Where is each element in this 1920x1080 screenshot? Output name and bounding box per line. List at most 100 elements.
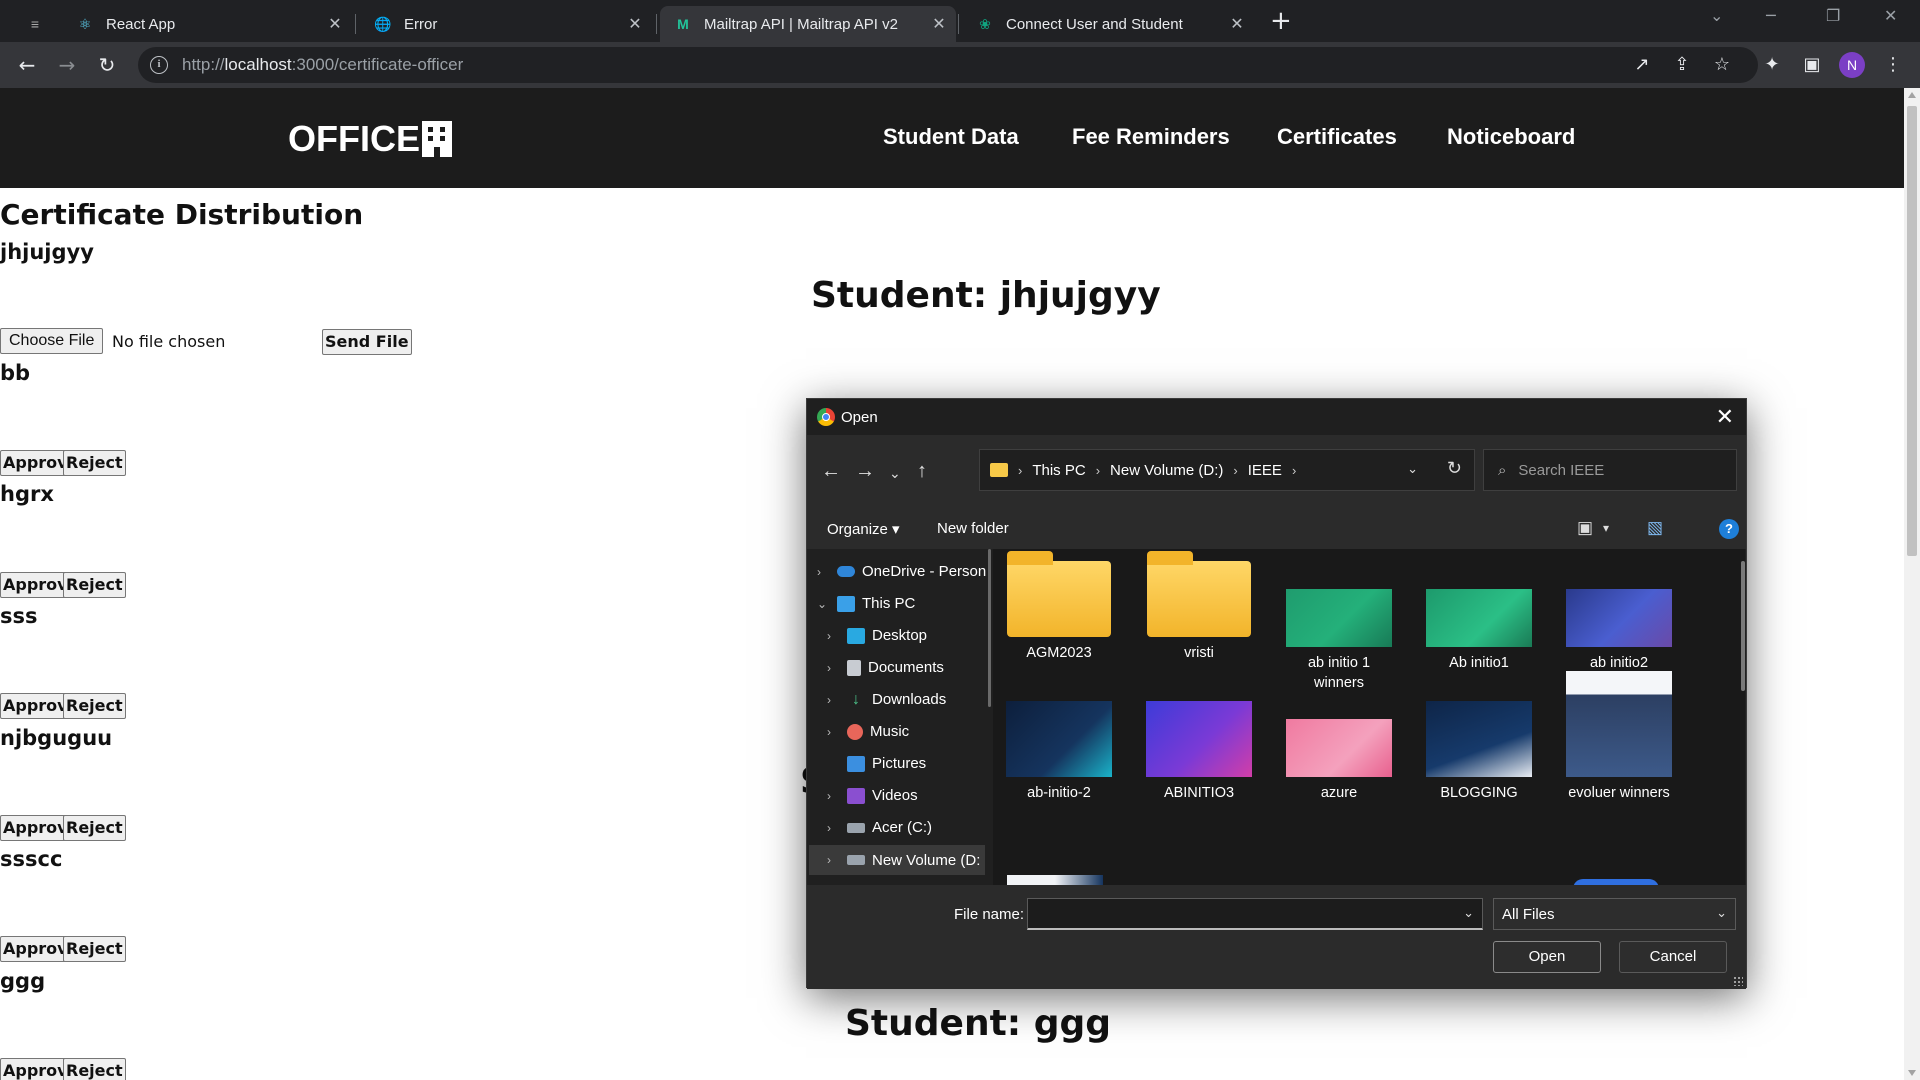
- file-item[interactable]: Ab initio1: [1423, 561, 1535, 673]
- student-name: bb: [0, 361, 31, 385]
- tab-divider: [958, 14, 959, 34]
- nav-music[interactable]: › Music: [827, 723, 909, 740]
- nav-student-data[interactable]: Student Data: [883, 124, 1019, 150]
- nav-drive-c[interactable]: › Acer (C:): [827, 819, 932, 836]
- app-logo[interactable]: OFFICE: [288, 118, 452, 160]
- side-panel-icon[interactable]: ▣: [1799, 52, 1825, 78]
- scroll-down-icon[interactable]: [1908, 1070, 1916, 1076]
- tab-search-icon[interactable]: ≡: [14, 6, 54, 42]
- extensions-icon[interactable]: ✦: [1759, 52, 1785, 78]
- open-in-app-icon[interactable]: ↗: [1629, 52, 1655, 78]
- reject-button[interactable]: Reject: [63, 572, 126, 598]
- nav-drive-d[interactable]: › New Volume (D:: [809, 845, 985, 875]
- reject-button[interactable]: Reject: [63, 450, 126, 476]
- breadcrumb-this-pc[interactable]: This PC: [1032, 462, 1085, 479]
- nav-pictures[interactable]: Pictures: [827, 755, 926, 772]
- file-type-select[interactable]: All Files ⌄: [1493, 898, 1736, 930]
- recent-locations-icon[interactable]: ⌄: [889, 465, 901, 482]
- open-button[interactable]: Open: [1493, 941, 1601, 973]
- chevron-down-icon[interactable]: ⌄: [1463, 905, 1474, 921]
- share-icon[interactable]: ⇪: [1669, 52, 1695, 78]
- cancel-button[interactable]: Cancel: [1619, 941, 1727, 973]
- tab-error[interactable]: 🌐 Error ✕: [360, 6, 652, 42]
- chevron-right-icon: ›: [827, 853, 831, 867]
- help-icon[interactable]: ?: [1719, 519, 1739, 539]
- reject-button[interactable]: Reject: [63, 815, 126, 841]
- nav-pane-scrollbar[interactable]: [988, 549, 991, 707]
- site-info-icon[interactable]: i: [150, 56, 168, 74]
- tab-search-chevron-icon[interactable]: ⌄: [1710, 6, 1723, 25]
- file-item[interactable]: azure: [1283, 701, 1395, 803]
- tab-mailtrap[interactable]: M Mailtrap API | Mailtrap API v2 ✕: [660, 6, 956, 42]
- forward-icon[interactable]: →: [855, 460, 875, 483]
- nav-documents[interactable]: › Documents: [827, 659, 944, 676]
- chevron-down-icon[interactable]: ▾: [1603, 521, 1609, 535]
- kebab-menu-icon[interactable]: ⋮: [1880, 52, 1906, 78]
- reject-button[interactable]: Reject: [63, 693, 126, 719]
- scroll-up-icon[interactable]: [1908, 92, 1916, 98]
- file-grid-scrollbar[interactable]: [1741, 561, 1745, 691]
- file-name-input[interactable]: ⌄: [1027, 898, 1483, 930]
- nav-label: Downloads: [872, 691, 947, 708]
- nav-label: Music: [870, 723, 910, 740]
- dialog-search-input[interactable]: ⌕ Search IEEE: [1483, 449, 1737, 491]
- refresh-icon[interactable]: ↻: [1447, 458, 1462, 479]
- chevron-right-icon: ›: [1233, 462, 1238, 478]
- app-navbar: OFFICE Student Data Fee Reminders Certif…: [0, 88, 1904, 188]
- file-item[interactable]: AGM2023: [1003, 551, 1115, 663]
- reload-icon[interactable]: ↻: [92, 50, 122, 80]
- file-item[interactable]: ab initio 1 winners: [1283, 561, 1395, 693]
- nav-noticeboard[interactable]: Noticeboard: [1447, 124, 1575, 150]
- reject-button[interactable]: Reject: [63, 1058, 126, 1080]
- dialog-close-icon[interactable]: ✕: [1716, 404, 1734, 430]
- back-icon[interactable]: ←: [821, 460, 841, 483]
- profile-avatar[interactable]: N: [1839, 52, 1865, 78]
- dialog-breadcrumb[interactable]: › This PC › New Volume (D:) › IEEE › ⌄ ↻: [979, 449, 1475, 491]
- nav-fee-reminders[interactable]: Fee Reminders: [1072, 124, 1230, 150]
- file-item[interactable]: evoluer winners: [1563, 671, 1675, 803]
- tab-close-icon[interactable]: ✕: [928, 14, 950, 34]
- file-item[interactable]: ABINITIO3: [1143, 701, 1255, 803]
- tab-close-icon[interactable]: ✕: [1226, 14, 1248, 34]
- chevron-down-icon[interactable]: ⌄: [1407, 461, 1418, 477]
- tab-strip: ≡ ⚛ React App ✕ 🌐 Error ✕ M Mailtrap API…: [0, 0, 1920, 42]
- new-tab-button[interactable]: +: [1270, 8, 1292, 34]
- file-item[interactable]: vristi: [1143, 551, 1255, 663]
- address-bar[interactable]: i http://localhost:3000/certificate-offi…: [138, 47, 1758, 83]
- nav-downloads[interactable]: › ↓ Downloads: [827, 691, 946, 708]
- nav-certificates[interactable]: Certificates: [1277, 124, 1397, 150]
- up-folder-icon[interactable]: ↑: [917, 460, 927, 483]
- file-grid: AGM2023 vristi ab initio 1 winners Ab in…: [993, 549, 1745, 885]
- page-scrollbar[interactable]: [1904, 88, 1920, 1080]
- window-close-icon[interactable]: ✕: [1884, 6, 1897, 25]
- tab-close-icon[interactable]: ✕: [624, 14, 646, 34]
- breadcrumb-ieee[interactable]: IEEE: [1248, 462, 1282, 479]
- nav-desktop[interactable]: › Desktop: [827, 627, 927, 644]
- nav-onedrive[interactable]: › OneDrive - Person: [817, 563, 986, 580]
- back-icon[interactable]: ←: [12, 50, 42, 80]
- new-folder-button[interactable]: New folder: [937, 520, 1009, 537]
- image-thumbnail-partial[interactable]: [1007, 875, 1103, 885]
- tab-close-icon[interactable]: ✕: [324, 14, 346, 34]
- organize-button[interactable]: Organize ▾: [827, 520, 900, 538]
- nav-videos[interactable]: › Videos: [827, 787, 918, 804]
- restore-icon[interactable]: ❐: [1826, 6, 1840, 25]
- reject-button[interactable]: Reject: [63, 936, 126, 962]
- file-item[interactable]: BLOGGING: [1423, 701, 1535, 803]
- scroll-thumb[interactable]: [1907, 106, 1917, 556]
- chevron-right-icon: ›: [1018, 462, 1023, 478]
- send-file-button[interactable]: Send File: [322, 329, 412, 355]
- view-mode-icon[interactable]: ▣: [1577, 518, 1593, 538]
- nav-label: Videos: [872, 787, 918, 804]
- tab-react-app[interactable]: ⚛ React App ✕: [62, 6, 352, 42]
- preview-pane-icon[interactable]: ▧: [1647, 518, 1663, 538]
- choose-file-button[interactable]: Choose File: [0, 328, 104, 354]
- file-item[interactable]: ab-initio-2: [1003, 701, 1115, 803]
- forward-icon[interactable]: →: [52, 50, 82, 80]
- bookmark-star-icon[interactable]: ☆: [1709, 52, 1735, 78]
- minimize-icon[interactable]: ─: [1766, 6, 1776, 25]
- tab-connect-user[interactable]: ❀ Connect User and Student ✕: [962, 6, 1254, 42]
- nav-this-pc[interactable]: ⌄ This PC: [817, 595, 915, 612]
- resize-grip-icon[interactable]: [1733, 976, 1743, 986]
- breadcrumb-new-volume[interactable]: New Volume (D:): [1110, 462, 1223, 479]
